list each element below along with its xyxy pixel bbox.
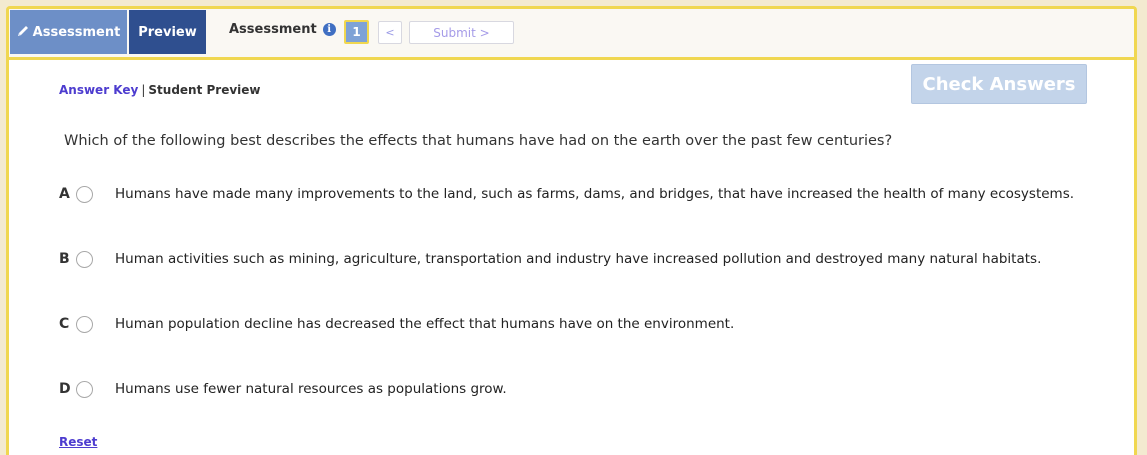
assessment-frame: Assessment Preview Assessment i 1 < Subm… xyxy=(6,6,1137,455)
tab-preview-label: Preview xyxy=(138,24,197,40)
choice-letter: D xyxy=(59,381,71,397)
pencil-icon xyxy=(17,24,30,41)
student-preview-label: Student Preview xyxy=(148,83,261,97)
answer-key-link[interactable]: Answer Key xyxy=(59,83,138,97)
choice-c[interactable]: C Human population decline has decreased… xyxy=(59,312,734,336)
assessment-title-text: Assessment xyxy=(229,22,317,37)
choice-text: Human activities such as mining, agricul… xyxy=(115,251,1042,267)
choice-d-radio[interactable] xyxy=(76,380,93,398)
choice-b-radio[interactable] xyxy=(76,250,93,268)
info-icon[interactable]: i xyxy=(322,23,336,36)
choice-b[interactable]: B Human activities such as mining, agric… xyxy=(59,247,1041,271)
submit-button[interactable]: Submit > xyxy=(409,21,514,44)
preview-mode-links: Answer Key | Student Preview xyxy=(59,83,261,97)
tab-assessment[interactable]: Assessment xyxy=(10,10,127,54)
choice-text: Human population decline has decreased t… xyxy=(115,316,735,332)
assessment-title: Assessment i xyxy=(229,22,336,37)
choice-text: Humans have made many improvements to th… xyxy=(115,186,1075,202)
choice-c-radio[interactable] xyxy=(76,315,93,333)
separator: | xyxy=(141,83,146,97)
top-toolbar: Assessment Preview Assessment i 1 < Subm… xyxy=(9,9,1134,60)
tab-preview[interactable]: Preview xyxy=(129,10,206,54)
choice-letter: C xyxy=(59,316,70,332)
choice-letter: A xyxy=(59,186,70,202)
choice-a[interactable]: A Humans have made many improvements to … xyxy=(59,182,1074,206)
check-answers-button[interactable]: Check Answers xyxy=(911,64,1087,104)
choice-a-radio[interactable] xyxy=(76,185,93,203)
reset-link[interactable]: Reset xyxy=(59,435,97,449)
choice-d[interactable]: D Humans use fewer natural resources as … xyxy=(59,377,507,401)
tab-assessment-label: Assessment xyxy=(32,24,121,40)
page-1-button[interactable]: 1 xyxy=(344,20,369,44)
question-text: Which of the following best describes th… xyxy=(64,133,893,149)
choice-letter: B xyxy=(59,251,70,267)
previous-button[interactable]: < xyxy=(378,21,402,44)
choice-text: Humans use fewer natural resources as po… xyxy=(115,381,507,397)
